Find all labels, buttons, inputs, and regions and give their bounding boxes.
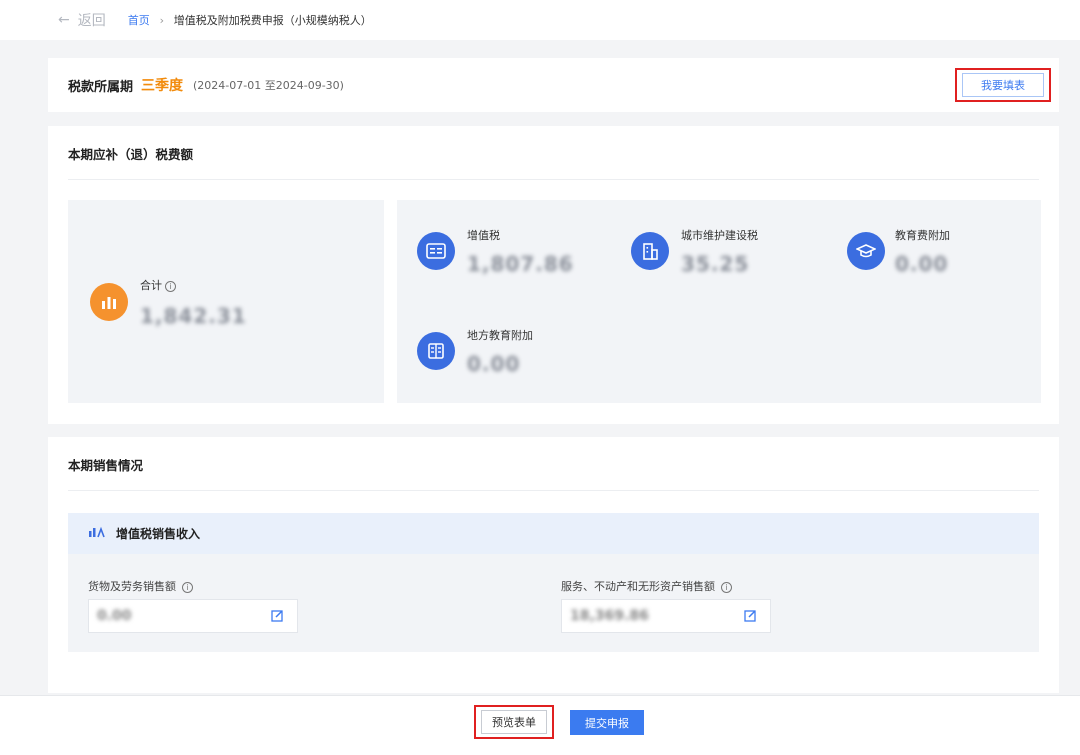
vat-sales-header: 增值税销售收入	[68, 513, 1039, 554]
tax-amount-card: 本期应补（退）税费额 合计 i 1,842.31 增值税 1,807.86 城市维…	[48, 126, 1059, 424]
service-sales-label: 服务、不动产和无形资产销售额	[561, 580, 715, 593]
education-label: 教育费附加	[895, 229, 950, 242]
tax-items-panel: 增值税 1,807.86 城市维护建设税 35.25 教育费附加 0.00 地方…	[397, 200, 1041, 403]
submit-declaration-button[interactable]: 提交申报	[570, 710, 644, 735]
local-education-value: 0.00	[467, 352, 521, 376]
vat-label: 增值税	[467, 229, 500, 242]
breadcrumb-current-page: 增值税及附加税费申报（小规模纳税人）	[173, 14, 372, 27]
top-nav-bar: ← 返回 首页 › 增值税及附加税费申报（小规模纳税人）	[0, 0, 1080, 40]
goods-sales-input[interactable]: 0.00	[88, 599, 298, 633]
back-button[interactable]: ← 返回	[58, 10, 128, 30]
graduation-cap-icon	[847, 232, 885, 270]
breadcrumb: 首页 › 增值税及附加税费申报（小规模纳税人）	[128, 12, 372, 28]
vat-sales-title: 增值税销售收入	[116, 527, 201, 541]
ledger-icon	[417, 332, 455, 370]
bar-chart-icon	[90, 283, 128, 321]
goods-sales-label-row: 货物及劳务销售额 i	[88, 578, 193, 594]
total-label-row: 合计 i	[140, 277, 176, 293]
back-label: 返回	[77, 13, 106, 29]
service-sales-input[interactable]: 18,369.86	[561, 599, 771, 633]
edit-icon[interactable]	[271, 609, 285, 623]
back-arrow-icon: ←	[58, 12, 70, 28]
preview-form-highlight: 预览表单	[474, 705, 554, 739]
city-tax-value: 35.25	[681, 252, 750, 276]
sales-chart-icon	[88, 526, 106, 541]
service-sales-label-row: 服务、不动产和无形资产销售额 i	[561, 578, 732, 594]
breadcrumb-home-link[interactable]: 首页	[128, 14, 150, 27]
city-tax-label: 城市维护建设税	[681, 229, 758, 242]
tax-icon	[417, 232, 455, 270]
total-label: 合计	[140, 279, 162, 292]
edit-icon[interactable]	[744, 609, 758, 623]
tax-period-range: (2024-07-01 至2024-09-30)	[193, 79, 344, 92]
local-education-label: 地方教育附加	[467, 329, 533, 342]
info-icon[interactable]: i	[182, 582, 193, 593]
total-value: 1,842.31	[140, 304, 247, 328]
info-icon[interactable]: i	[165, 281, 176, 292]
sales-card: 本期销售情况 增值税销售收入 货物及劳务销售额 i 0.00 服务、不动产和无形资…	[48, 437, 1059, 693]
total-panel: 合计 i 1,842.31	[68, 200, 384, 403]
sales-section-title: 本期销售情况	[68, 437, 1039, 491]
service-sales-value: 18,369.86	[570, 608, 649, 624]
goods-sales-value: 0.00	[97, 608, 132, 624]
goods-sales-label: 货物及劳务销售额	[88, 580, 176, 593]
info-icon[interactable]: i	[721, 582, 732, 593]
tax-period-quarter: 三季度	[141, 78, 184, 94]
breadcrumb-separator: ›	[159, 14, 164, 27]
fill-form-highlight: 我要填表	[955, 68, 1051, 102]
vat-value: 1,807.86	[467, 252, 574, 276]
footer-bar: 预览表单 提交申报	[0, 695, 1080, 755]
vat-sales-fields: 货物及劳务销售额 i 0.00 服务、不动产和无形资产销售额 i 18,369.86	[68, 554, 1039, 652]
education-value: 0.00	[895, 252, 949, 276]
tax-period-card: 税款所属期 三季度 (2024-07-01 至2024-09-30) 我要填表	[48, 58, 1059, 112]
tax-section-title: 本期应补（退）税费额	[68, 126, 1039, 180]
tax-period-label: 税款所属期	[68, 79, 134, 95]
building-icon	[631, 232, 669, 270]
preview-form-button[interactable]: 预览表单	[481, 710, 547, 734]
fill-form-button[interactable]: 我要填表	[962, 73, 1044, 97]
